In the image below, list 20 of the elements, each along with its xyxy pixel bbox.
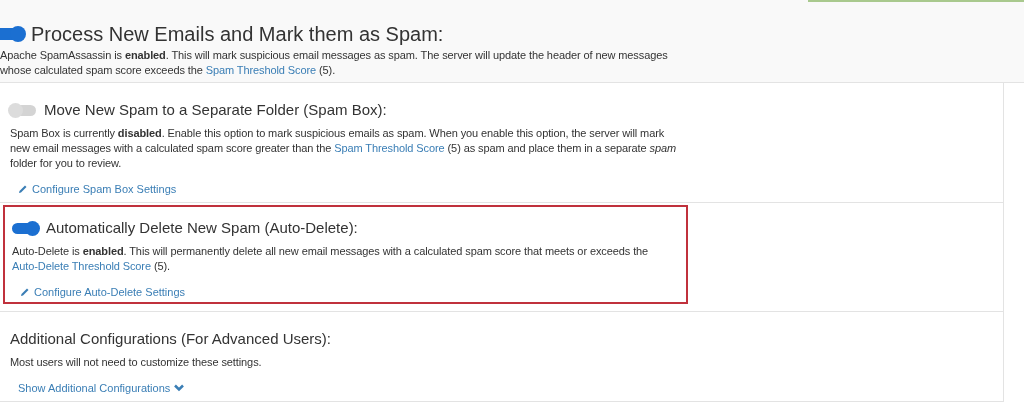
- toggle-switch[interactable]: [12, 222, 38, 234]
- section-title: Automatically Delete New Spam (Auto-Delete):: [46, 217, 358, 238]
- configure-link[interactable]: Configure Spam Box Settings: [18, 181, 1001, 198]
- section-title: Process New Emails and Mark them as Spam:: [31, 22, 444, 46]
- description: Most users will not need to customize these settings.: [10, 355, 263, 370]
- threshold-link[interactable]: Spam Threshold Score: [334, 142, 445, 154]
- description: Apache SpamAssassin is enabled. This will mark suspicious email messages as spam. The server will update the header of new messages whose calculated spam score exceeds the Spam Threshold Score (5).: [0, 48, 669, 78]
- chevron-down-icon: [174, 384, 185, 393]
- description: Spam Box is currently disabled. Enable this option to mark suspicious emails as spam. When you enable this option, the server will mark new email messages with a calculated spam score greater than the Spam Threshold Score (5) as spam and place them in a separate spam folder for you to review.: [10, 126, 677, 171]
- toggle-switch[interactable]: [0, 28, 24, 40]
- threshold-link[interactable]: Auto-Delete Threshold Score: [12, 260, 151, 272]
- description: Auto-Delete is enabled. This will permanently delete all new email messages with a calculated spam score that meets or exceeds the Auto-Delete Threshold Score (5).: [12, 244, 650, 274]
- section-title: Additional Configurations (For Advanced Users):: [10, 328, 331, 349]
- configure-link[interactable]: Configure Auto-Delete Settings: [20, 284, 686, 301]
- threshold-link[interactable]: Spam Threshold Score: [205, 64, 317, 76]
- pencil-icon: [20, 287, 30, 298]
- toggle-switch[interactable]: [10, 104, 36, 116]
- show-configurations-link[interactable]: Show Additional Configurations: [18, 380, 1001, 397]
- pencil-icon: [18, 184, 28, 195]
- section-title: Move New Spam to a Separate Folder (Spam Box):: [44, 99, 387, 120]
